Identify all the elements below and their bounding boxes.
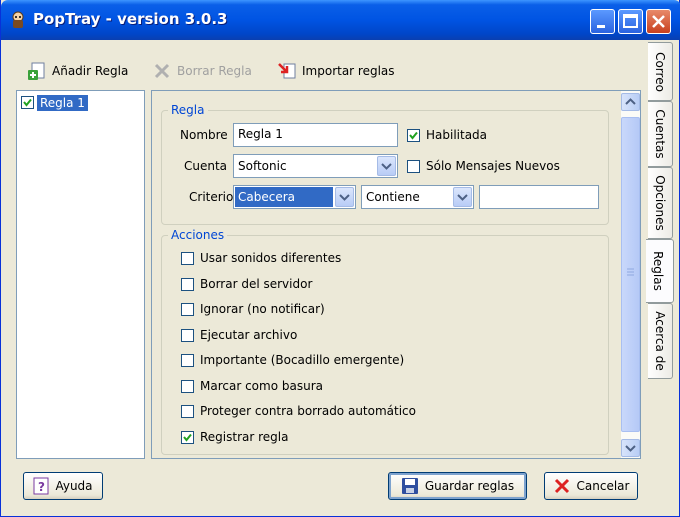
tab-acerca-de[interactable]: Acerca de [648,303,673,379]
action-option[interactable]: Marcar como basura [181,379,323,393]
window-title: PopTray - version 3.0.3 [33,10,228,28]
check-icon [409,131,418,140]
action-option[interactable]: Borrar del servidor [181,277,312,291]
scroll-up-icon [625,98,636,105]
check-icon [183,433,192,442]
criteria-label: Criterio [189,190,234,204]
action-option[interactable]: Usar sonidos diferentes [181,251,341,265]
action-checkbox[interactable] [181,379,194,393]
help-icon: ? [33,477,49,495]
import-rules-button[interactable]: Importar reglas [277,57,395,85]
enabled-checkbox[interactable] [407,128,420,142]
action-checkbox[interactable] [181,302,194,316]
action-checkbox[interactable] [181,430,194,444]
tab-reglas[interactable]: Reglas [646,239,674,303]
tab-correo[interactable]: Correo [648,42,673,101]
close-icon [652,15,665,28]
cancel-icon [554,478,569,494]
actions-group [161,235,609,455]
action-option[interactable]: Ejecutar archivo [181,328,297,342]
svg-text:?: ? [38,480,45,494]
criteria-value-input[interactable] [479,185,599,209]
actions-group-title: Acciones [168,228,228,242]
action-checkbox[interactable] [181,328,194,342]
maximize-icon [623,14,638,28]
rules-list[interactable]: Regla 1 [16,90,145,459]
account-label: Cuenta [184,159,228,173]
name-label: Nombre [180,128,228,142]
minimize-button[interactable] [590,9,615,34]
scroll-down-button[interactable] [621,439,640,457]
save-icon [401,478,418,494]
rule-checkbox[interactable] [21,96,34,109]
action-checkbox[interactable] [181,353,194,367]
vertical-scrollbar[interactable] [621,91,640,458]
new-only-checkbox[interactable] [407,159,420,173]
criteria-operator-select[interactable]: Contiene [361,185,474,209]
action-option[interactable]: Importante (Bocadillo emergente) [181,353,404,367]
close-button[interactable] [646,9,671,34]
criteria-field-select[interactable]: Cabecera [233,185,356,209]
add-rule-button[interactable]: Añadir Regla [27,57,128,85]
add-rule-icon [28,62,45,80]
action-checkbox[interactable] [181,251,194,265]
rule-label: Regla 1 [37,94,88,111]
cancel-button[interactable]: Cancelar [544,472,638,500]
new-only-option[interactable]: Sólo Mensajes Nuevos [407,159,560,173]
tab-cuentas[interactable]: Cuentas [648,101,673,167]
enabled-option[interactable]: Habilitada [407,128,487,142]
minimize-icon [597,25,605,28]
toolbar: Añadir Regla Borrar Regla Importar regla… [15,57,635,85]
action-checkbox[interactable] [181,404,194,418]
account-select[interactable]: Softonic [233,154,398,178]
import-rules-icon [278,63,296,79]
delete-rule-icon [154,63,170,79]
app-icon [10,11,26,29]
dropdown-arrow-icon [453,187,472,207]
action-checkbox[interactable] [181,277,194,291]
name-input[interactable]: Regla 1 [233,123,398,147]
rule-group-title: Regla [168,103,208,117]
action-option[interactable]: Proteger contra borrado automático [181,404,416,418]
scroll-down-icon [625,445,636,452]
save-button[interactable]: Guardar reglas [388,472,527,500]
action-option[interactable]: Ignorar (no notificar) [181,302,325,316]
check-icon [23,98,32,107]
scroll-thumb[interactable] [621,117,640,432]
scroll-up-button[interactable] [621,93,640,111]
main-window: PopTray - version 3.0.3 Correo Cuentas O… [0,0,680,517]
dropdown-arrow-icon [377,156,396,176]
dropdown-arrow-icon [335,187,354,207]
help-button[interactable]: ? Ayuda [23,472,103,500]
maximize-button[interactable] [618,9,643,34]
title-bar[interactable]: PopTray - version 3.0.3 [1,0,680,40]
side-tabs: Correo Cuentas Opciones Reglas Acerca de [646,40,680,517]
tab-opciones[interactable]: Opciones [648,167,673,239]
delete-rule-button[interactable]: Borrar Regla [152,57,252,85]
list-item[interactable]: Regla 1 [21,94,88,111]
action-option[interactable]: Registrar regla [181,430,288,444]
